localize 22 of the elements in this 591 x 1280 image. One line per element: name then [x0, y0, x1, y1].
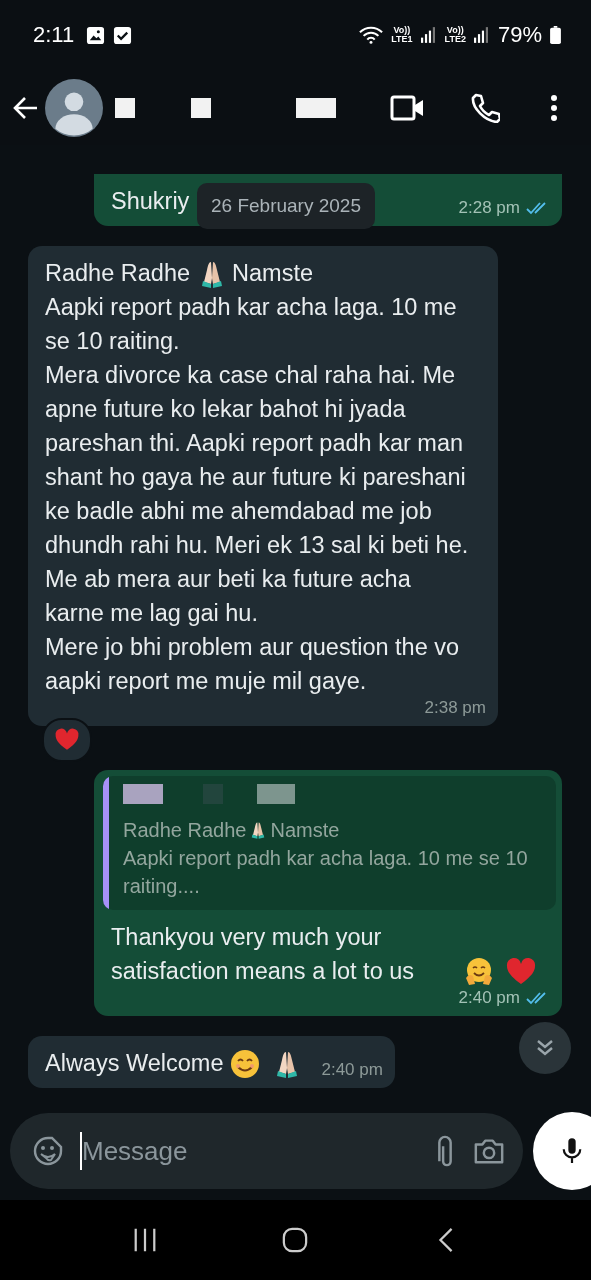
lte-label: LTE2	[444, 35, 466, 44]
message-time: 2:28 pm	[458, 198, 520, 218]
message-time: 2:40 pm	[321, 1060, 383, 1080]
quoted-text: Aapki report padh kar acha laga. 10 me se 10 raiting....	[123, 847, 528, 897]
quoted-text: Radhe Radhe	[123, 819, 247, 841]
message-text: Thankyou very much your satisfaction means a lot to us	[111, 923, 416, 986]
message-text: Shukriy	[111, 187, 190, 216]
message-text: Aapki report padh kar acha laga. 10 me se 10 raiting.	[45, 293, 458, 356]
status-time: 2:11	[33, 22, 75, 48]
message-text: Mere jo bhi problem aur question the vo aapki report me muje mil gaye.	[45, 633, 461, 696]
volte-label: Vo))	[393, 26, 411, 35]
message-text: Radhe Radhe	[45, 259, 191, 288]
volte-label: Vo))	[446, 26, 464, 35]
message-time: 2:40 pm	[458, 988, 520, 1008]
message-text: Mera divorce ka case chal raha hai. Me apne future ko lekar bahot hi jyada pareshan thi. Aapki report padh kar man shant ho gaya he aur future ki pareshani ke badle abhi me ahemdabad me job dhundh rahi hu. Meri ek 13 sal ki beti he. Me ab mera aur beti ka future acha karne me lag gai hu.	[45, 361, 470, 628]
lte-label: LTE1	[391, 35, 413, 44]
message-text: Namste	[232, 259, 313, 288]
quoted-text: Namste	[270, 819, 340, 841]
message-text: Always Welcome	[45, 1049, 224, 1078]
date-toast: 26 February 2025	[197, 183, 375, 229]
battery-percent: 79%	[497, 22, 542, 48]
message-time: 2:38 pm	[424, 698, 486, 718]
